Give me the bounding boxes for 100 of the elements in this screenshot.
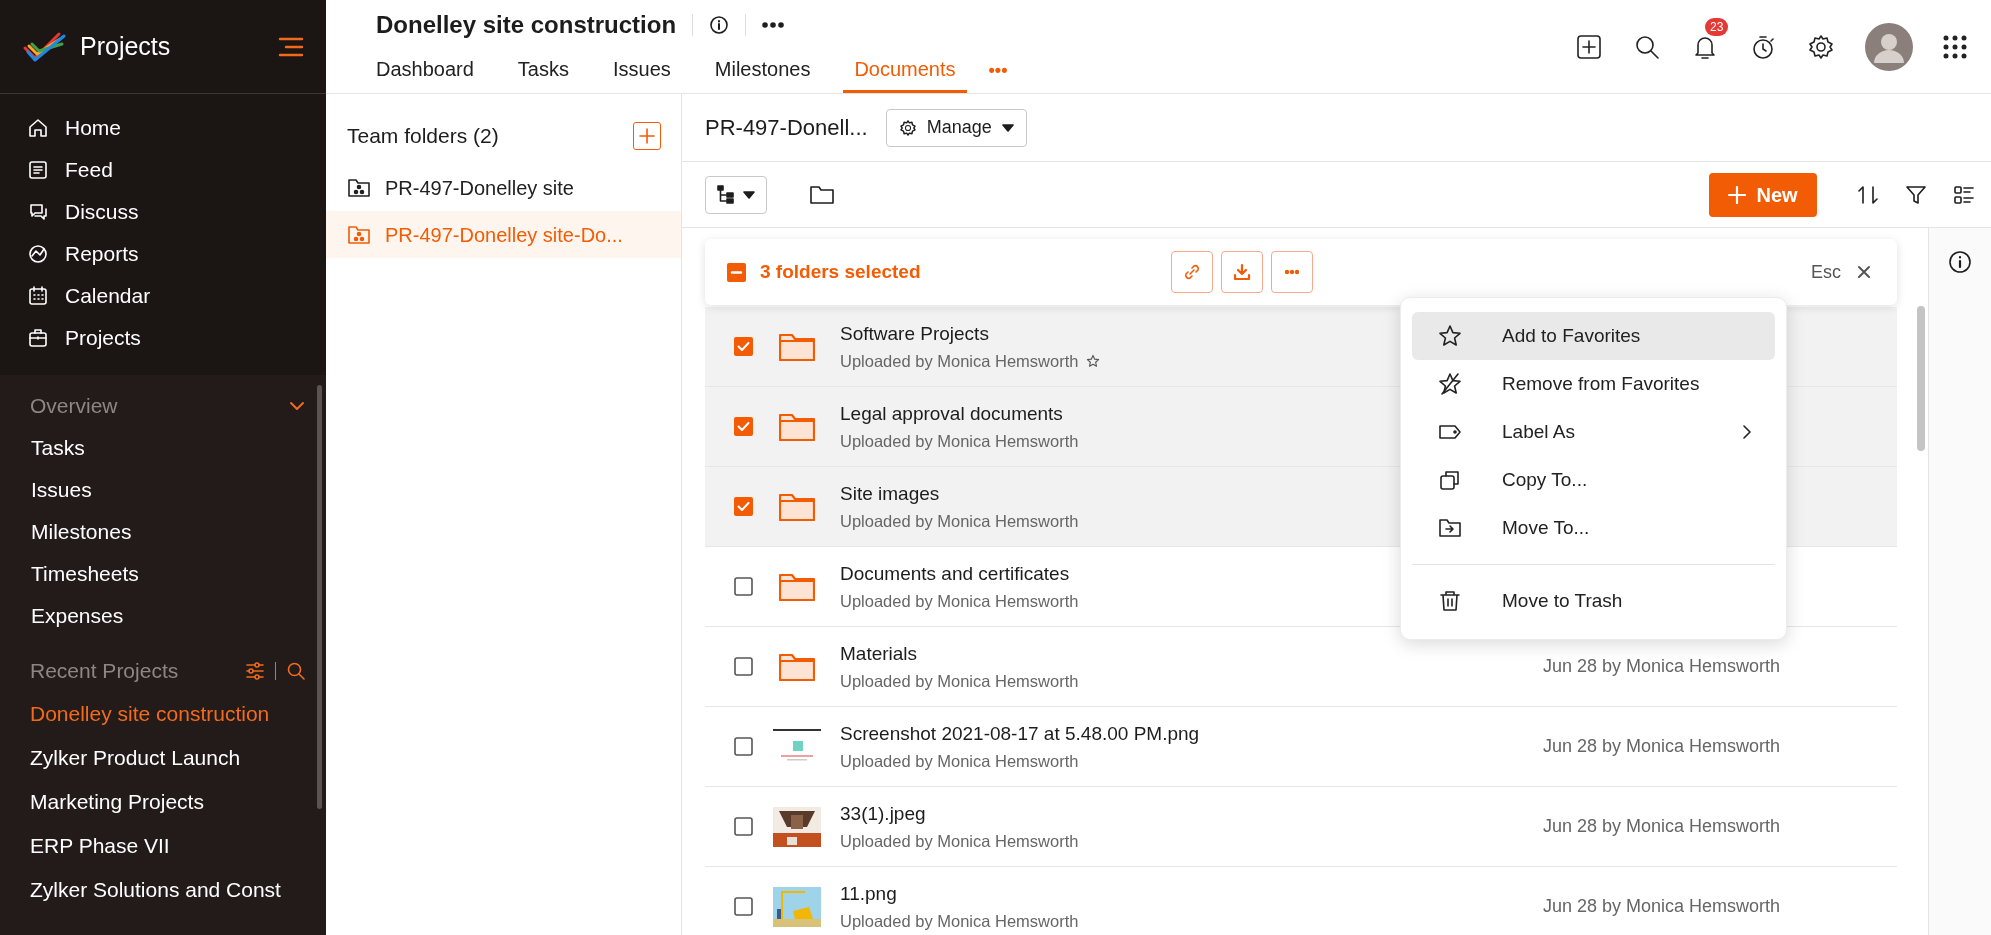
checkbox[interactable]	[734, 817, 753, 836]
project-link[interactable]: Donelley site construction	[0, 692, 326, 736]
file-name: Screenshot 2021-08-17 at 5.48.00 PM.png	[840, 721, 1200, 746]
file-name: Software Projects	[840, 321, 989, 346]
menu-label: Copy To...	[1502, 467, 1589, 492]
apps-grid-icon[interactable]	[1943, 34, 1967, 59]
project-link[interactable]: Zylker Solutions and Const	[0, 868, 326, 912]
nav-item[interactable]: Home	[0, 107, 326, 149]
checkbox[interactable]	[734, 897, 753, 916]
sort-icon[interactable]	[1857, 183, 1879, 206]
app-name: Projects	[80, 30, 171, 62]
file-name: Site images	[840, 481, 940, 506]
modified-text: Jun 28 by Monica Hemsworth	[1543, 895, 1782, 918]
shortcut-hint: Esc	[1811, 260, 1841, 284]
nav-item[interactable]: Expenses	[0, 595, 326, 637]
checkbox[interactable]	[734, 417, 753, 436]
menu-label: Move To...	[1502, 515, 1591, 540]
folder-icon[interactable]	[809, 183, 835, 206]
project-link[interactable]: Marketing Projects	[0, 780, 326, 824]
trash-icon	[1438, 589, 1462, 613]
checkbox[interactable]	[734, 337, 753, 356]
menu-icon[interactable]	[278, 35, 304, 58]
plus-icon	[639, 128, 655, 144]
project-link[interactable]: ERP Phase VII	[0, 824, 326, 868]
more-button[interactable]	[1271, 251, 1313, 293]
uploader-text: Uploaded by Monica Hemsworth	[840, 430, 1079, 452]
scrollbar[interactable]	[317, 385, 322, 809]
nav-item[interactable]: Discuss	[0, 191, 326, 233]
panel-title: Team folders (2)	[347, 123, 499, 150]
manage-button[interactable]: Manage	[885, 108, 1027, 147]
gear-icon	[898, 118, 917, 137]
filter-icon[interactable]	[1905, 183, 1927, 206]
folder-icon	[779, 652, 815, 681]
star-icon[interactable]	[1086, 353, 1101, 368]
folder-icon	[779, 492, 815, 521]
list-view-icon[interactable]	[1953, 183, 1975, 206]
sliders-icon[interactable]	[245, 661, 265, 681]
modified-text: Jun 28 by Monica Hemsworth	[1543, 655, 1782, 678]
folder-icon	[779, 572, 815, 601]
download-button[interactable]	[1221, 251, 1263, 293]
link-icon	[1182, 262, 1202, 282]
copy-icon	[1438, 468, 1462, 492]
project-link[interactable]: Zylker Product Launch	[0, 736, 326, 780]
scrollbar[interactable]	[1917, 306, 1925, 451]
newspaper-icon	[27, 159, 49, 181]
nav-item[interactable]: Timesheets	[0, 553, 326, 595]
project-title: Donelley site construction	[376, 10, 677, 40]
checkbox[interactable]	[734, 497, 753, 516]
plus-icon	[1728, 185, 1747, 204]
more-icon[interactable]	[762, 22, 785, 28]
uploader-text: Uploaded by Monica Hemsworth	[840, 590, 1079, 612]
folder-move-icon	[1438, 516, 1462, 540]
nav-item[interactable]: Reports	[0, 233, 326, 275]
nav-item[interactable]: Issues	[0, 469, 326, 511]
info-icon[interactable]	[709, 15, 730, 35]
close-icon[interactable]	[1857, 265, 1871, 279]
checkbox[interactable]	[734, 577, 753, 596]
partial-checkbox[interactable]	[727, 262, 746, 282]
nav-item[interactable]: Calendar	[0, 275, 326, 317]
breadcrumb: PR-497-Donell...	[705, 114, 868, 142]
download-icon	[1232, 262, 1252, 282]
folder-icon	[779, 332, 815, 361]
file-name: 11.png	[840, 881, 897, 906]
tab[interactable]: Milestones	[703, 48, 822, 93]
settings-icon[interactable]	[1807, 32, 1835, 61]
nav-item[interactable]: Tasks	[0, 427, 326, 469]
tab[interactable]: Tasks	[506, 48, 580, 93]
uploader-text: Uploaded by Monica Hemsworth	[840, 510, 1079, 532]
uploader-text: Uploaded by Monica Hemsworth	[840, 350, 1079, 372]
nav-item[interactable]: Projects	[0, 317, 326, 359]
add-icon[interactable]	[1575, 32, 1603, 61]
modified-text: Jun 28 by Monica Hemsworth	[1543, 735, 1782, 758]
star-slash-icon	[1438, 372, 1462, 396]
file-name: Documents and certificates	[840, 561, 1070, 586]
uploader-text: Uploaded by Monica Hemsworth	[840, 830, 1079, 852]
caret-icon	[743, 190, 755, 199]
folder-item[interactable]: PR-497-Donelley site	[326, 164, 681, 211]
tab[interactable]: Issues	[601, 48, 682, 93]
tree-icon	[717, 184, 735, 205]
nav-item[interactable]: Feed	[0, 149, 326, 191]
uploader-text: Uploaded by Monica Hemsworth	[840, 910, 1079, 932]
tab[interactable]: Dashboard	[365, 48, 485, 93]
folder-label: PR-497-Donelley site-Do...	[385, 222, 623, 248]
selection-count: 3 folders selected	[760, 259, 921, 284]
menu-item[interactable]: Add to Favorites	[1412, 312, 1775, 360]
uploader-text: Uploaded by Monica Hemsworth	[840, 670, 1079, 692]
add-folder-button[interactable]	[633, 122, 661, 150]
section-title: Overview	[30, 393, 118, 420]
modified-text: Jun 28 by Monica Hemsworth	[1543, 815, 1782, 838]
avatar[interactable]	[1865, 22, 1913, 71]
chat-icon	[27, 201, 49, 223]
checkbox[interactable]	[734, 657, 753, 676]
checkbox[interactable]	[734, 737, 753, 756]
tree-view-button[interactable]	[705, 175, 767, 214]
chart-icon	[27, 243, 49, 265]
info-icon[interactable]	[1948, 250, 1972, 274]
caret-icon	[1001, 123, 1014, 132]
uploader-text: Uploaded by Monica Hemsworth	[840, 750, 1079, 772]
nav-item[interactable]: Milestones	[0, 511, 326, 553]
menu-label: Move to Trash	[1502, 588, 1624, 613]
